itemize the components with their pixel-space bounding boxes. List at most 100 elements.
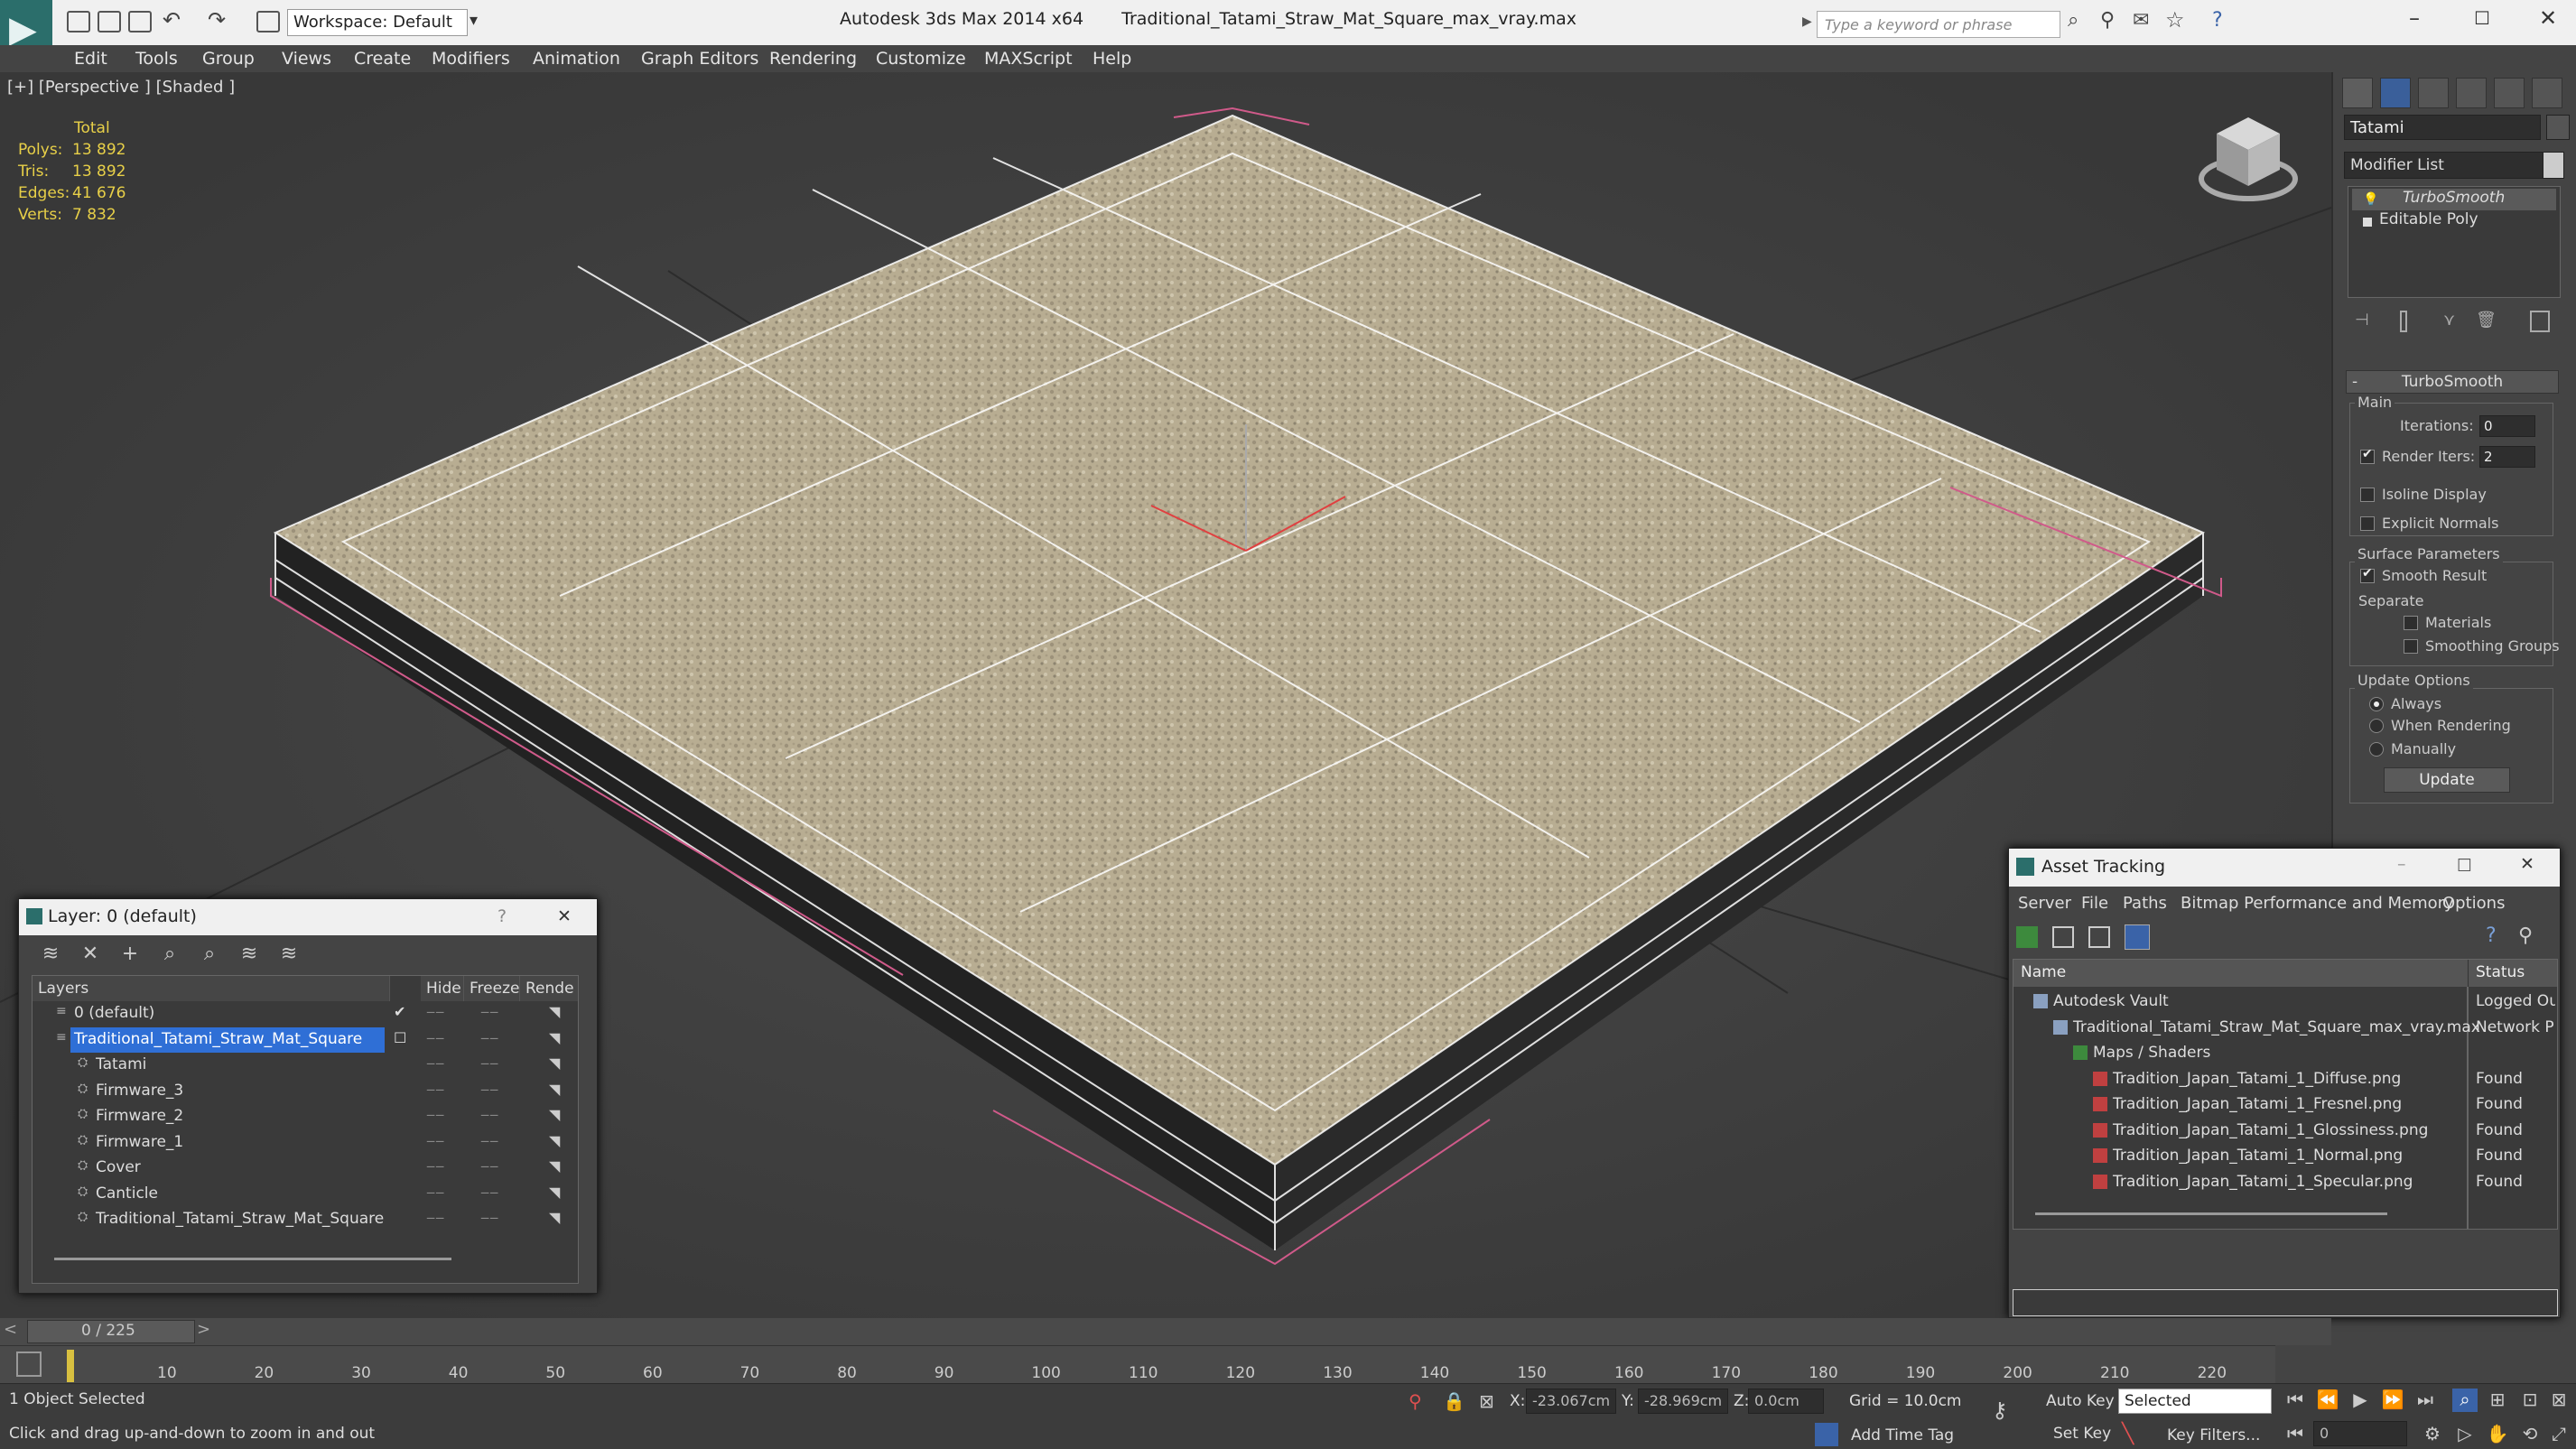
key-mode-icon[interactable]: ⏮: [2283, 1423, 2308, 1446]
prev-key-icon[interactable]: ⏪: [2315, 1389, 2340, 1412]
menu-create[interactable]: Create: [354, 49, 411, 69]
open-file-icon[interactable]: [98, 11, 121, 33]
pin-stack-icon[interactable]: ⊣: [2355, 311, 2375, 332]
asset-scrollbar[interactable]: [2035, 1212, 2387, 1215]
freeze-toggle[interactable]: ‒‒: [480, 1157, 498, 1175]
render-iters-spinner[interactable]: 2: [2479, 446, 2535, 468]
stack-item-editable-poly[interactable]: Editable Poly: [2379, 210, 2478, 228]
layer-window-titlebar[interactable]: Layer: 0 (default) ? ✕: [19, 899, 597, 935]
set-current-layer-icon[interactable]: ☐: [394, 1029, 406, 1046]
layer-scrollbar[interactable]: [54, 1258, 451, 1260]
zoom-extents-all-icon[interactable]: ⊠: [2546, 1389, 2571, 1412]
hide-toggle[interactable]: ‒‒: [426, 1157, 444, 1175]
when-rendering-radio[interactable]: [2369, 719, 2384, 733]
auto-key-button[interactable]: Auto Key: [2046, 1392, 2115, 1410]
goto-end-icon[interactable]: ⏭: [2413, 1389, 2438, 1412]
layer-help-button[interactable]: ?: [498, 906, 507, 926]
refresh-icon[interactable]: [2016, 926, 2038, 948]
freeze-toggle[interactable]: ‒‒: [480, 1054, 498, 1072]
hide-all-icon[interactable]: ≋: [237, 943, 261, 966]
minimize-button[interactable]: –: [2409, 5, 2420, 31]
explicit-normals-checkbox[interactable]: [2360, 516, 2375, 531]
freeze-toggle[interactable]: ‒‒: [480, 1029, 498, 1046]
asset-row[interactable]: Tradition_Japan_Tatami_1_Glossiness.png F…: [2013, 1118, 2557, 1143]
freeze-toggle[interactable]: ‒‒: [480, 1132, 498, 1149]
viewport-label[interactable]: [+] [Perspective ] [Shaded ]: [7, 78, 235, 97]
key-selection-dropdown[interactable]: Selected: [2118, 1389, 2272, 1414]
favorites-icon[interactable]: ☆: [2165, 7, 2185, 33]
layer-row[interactable]: Traditional_Tatami_Straw_Mat_Square ≡ ‒‒ ‒‒…: [33, 1026, 578, 1053]
current-frame-field[interactable]: 0: [2313, 1421, 2407, 1446]
asset-row[interactable]: Autodesk Vault Logged Ou: [2013, 989, 2557, 1014]
menu-modifiers[interactable]: Modifiers: [432, 49, 510, 69]
render-toggle-icon[interactable]: ◥: [549, 1157, 560, 1175]
zoom-all-icon[interactable]: ⊞: [2485, 1389, 2510, 1412]
search-input[interactable]: Type a keyword or phrase: [1817, 11, 2060, 38]
render-iters-checkbox[interactable]: [2360, 447, 2375, 464]
set-key-button[interactable]: Set Key: [2053, 1425, 2111, 1443]
hierarchy-tab-icon[interactable]: [2418, 78, 2449, 108]
remove-modifier-icon[interactable]: 🗑: [2476, 311, 2497, 332]
list-view-icon[interactable]: [2052, 926, 2074, 948]
isoline-checkbox[interactable]: [2360, 488, 2375, 502]
search-expand-icon[interactable]: ▶: [1802, 14, 1812, 29]
render-toggle-icon[interactable]: ◥: [549, 1003, 560, 1020]
hide-toggle[interactable]: ‒‒: [426, 1106, 444, 1123]
goto-start-icon[interactable]: ⏮: [2283, 1389, 2308, 1412]
hide-toggle[interactable]: ‒‒: [426, 1209, 444, 1226]
render-toggle-icon[interactable]: ◥: [549, 1132, 560, 1149]
asset-path-field[interactable]: [2013, 1289, 2558, 1316]
render-toggle-icon[interactable]: ◥: [549, 1081, 560, 1098]
col-status[interactable]: Status: [2469, 960, 2557, 987]
materials-checkbox[interactable]: [2404, 616, 2418, 630]
zoom-icon[interactable]: ⌕: [2452, 1389, 2478, 1412]
asset-menu-server[interactable]: Server: [2018, 894, 2071, 913]
add-time-tag[interactable]: Add Time Tag: [1851, 1426, 1954, 1444]
isolate-icon[interactable]: ⚲: [1409, 1390, 1422, 1412]
maximize-button[interactable]: ☐: [2474, 7, 2490, 29]
update-button[interactable]: Update: [2384, 767, 2510, 793]
iterations-spinner[interactable]: 0: [2479, 415, 2535, 437]
asset-close-button[interactable]: ✕: [2520, 854, 2534, 874]
next-key-icon[interactable]: ⏩: [2380, 1389, 2405, 1412]
layer-row[interactable]: Cover ⛭ ‒‒ ‒‒ ◥: [33, 1156, 578, 1181]
view-cube-icon[interactable]: [2194, 108, 2302, 208]
freeze-toggle[interactable]: ‒‒: [480, 1081, 498, 1098]
track-bar[interactable]: 10 20 30 40 50 60 70 80 90 100 110 120 130 140 150 160 1…: [0, 1345, 2275, 1383]
col-layers[interactable]: Layers: [33, 976, 390, 1001]
new-file-icon[interactable]: [67, 11, 90, 33]
modify-tab-icon[interactable]: [2380, 78, 2411, 108]
project-folder-icon[interactable]: [256, 11, 280, 33]
pan-icon[interactable]: ✋: [2485, 1423, 2510, 1446]
active-layer-check-icon[interactable]: ✔: [394, 1003, 405, 1020]
menu-customize[interactable]: Customize: [876, 49, 966, 69]
menu-graph-editors[interactable]: Graph Editors: [641, 49, 758, 69]
layer-row[interactable]: Tatami ⛭ ‒‒ ‒‒ ◥: [33, 1053, 578, 1078]
next-frame-icon[interactable]: >: [197, 1320, 210, 1339]
col-name[interactable]: Name: [2013, 960, 2469, 987]
layer-stack-icon[interactable]: ≋: [39, 943, 62, 966]
menu-maxscript[interactable]: MAXScript: [984, 49, 1073, 69]
time-tag-icon[interactable]: [1815, 1423, 1838, 1446]
make-unique-icon[interactable]: ⋎: [2443, 311, 2463, 332]
freeze-all-icon[interactable]: ≋: [277, 943, 301, 966]
lightbulb-icon[interactable]: 💡: [2363, 192, 2378, 207]
redo-icon[interactable]: ↷: [208, 7, 226, 33]
layer-row[interactable]: Firmware_2 ⛭ ‒‒ ‒‒ ◥: [33, 1104, 578, 1129]
asset-row[interactable]: Traditional_Tatami_Straw_Mat_Square_max_…: [2013, 1015, 2557, 1040]
render-toggle-icon[interactable]: ◥: [549, 1184, 560, 1201]
asset-pin-icon[interactable]: ⚲: [2518, 924, 2533, 947]
render-toggle-icon[interactable]: ◥: [549, 1209, 560, 1226]
communication-icon[interactable]: ✉: [2133, 9, 2149, 32]
time-marker[interactable]: [67, 1350, 74, 1382]
selection-lock-icon[interactable]: 🔒: [1443, 1390, 1465, 1412]
play-icon[interactable]: ▶: [2348, 1389, 2373, 1412]
highlight-layer-icon[interactable]: ⌕: [198, 943, 221, 966]
time-config-icon[interactable]: ⚙: [2420, 1423, 2445, 1446]
layer-row[interactable]: Firmware_1 ⛭ ‒‒ ‒‒ ◥: [33, 1130, 578, 1156]
menu-help[interactable]: Help: [1093, 49, 1131, 69]
field-of-view-icon[interactable]: ▷: [2452, 1423, 2478, 1446]
delete-layer-icon[interactable]: ✕: [79, 943, 102, 966]
show-end-result-icon[interactable]: [2400, 311, 2407, 332]
asset-row[interactable]: Tradition_Japan_Tatami_1_Diffuse.png Foun…: [2013, 1066, 2557, 1091]
